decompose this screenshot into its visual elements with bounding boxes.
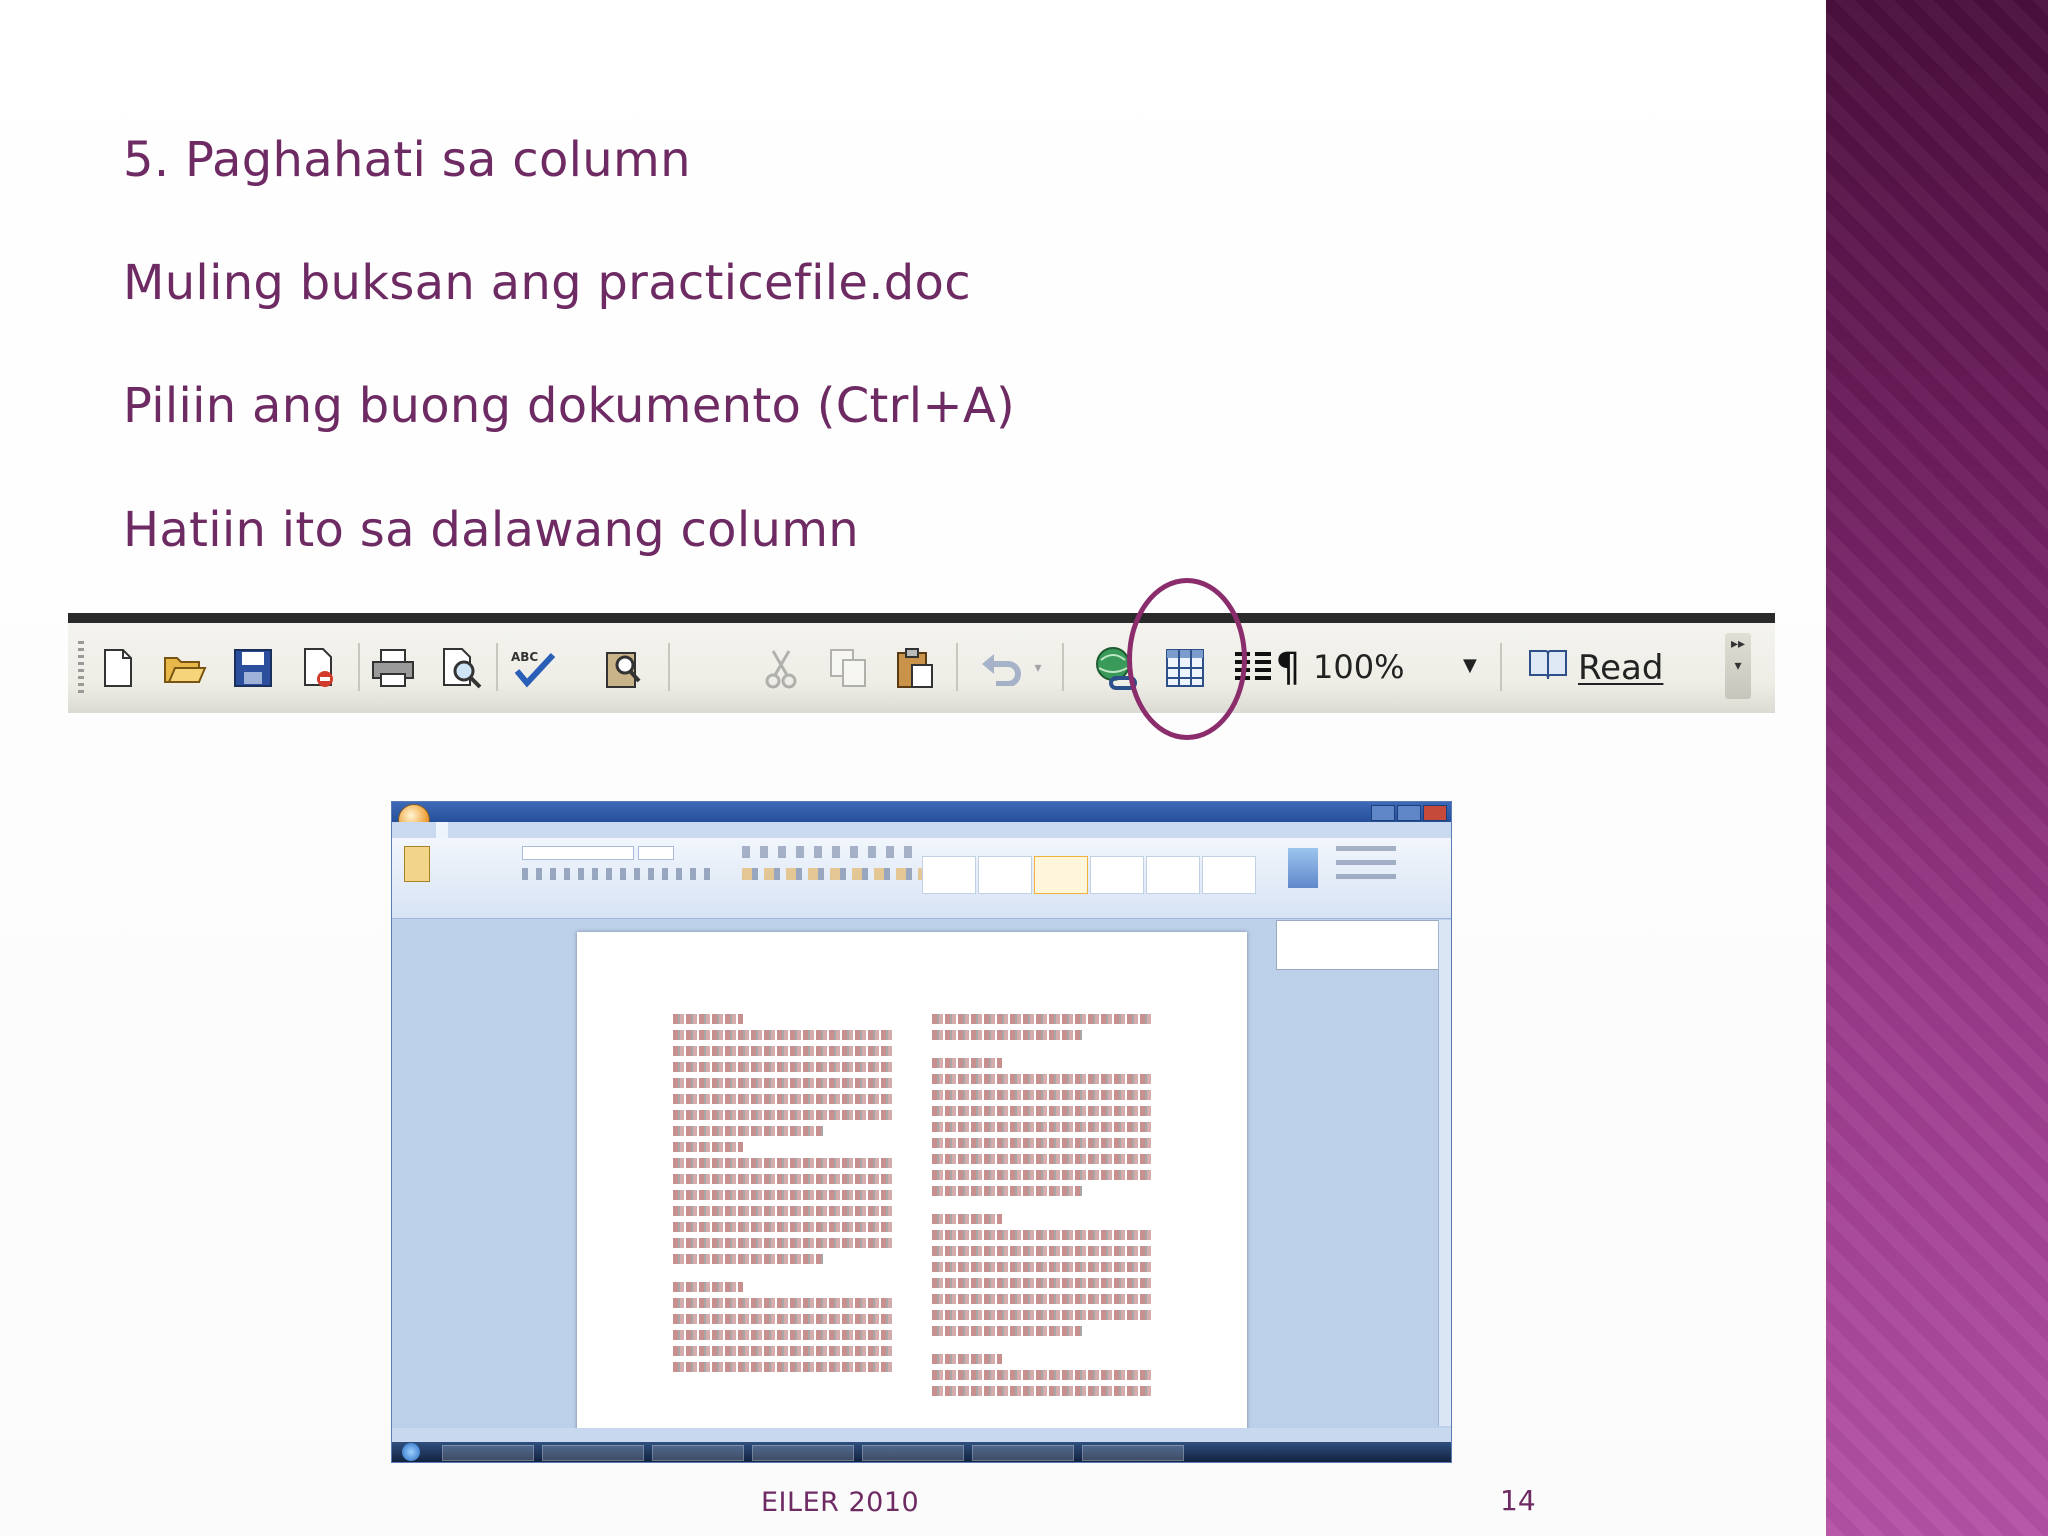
- read-icon: [1528, 647, 1568, 690]
- permission-icon[interactable]: [294, 643, 344, 693]
- word-document-screenshot: [392, 802, 1451, 1462]
- style-gallery-item: [978, 856, 1032, 894]
- svg-text:ABC: ABC: [511, 650, 538, 664]
- style-gallery-item: [1034, 856, 1088, 894]
- research-icon[interactable]: [672, 643, 722, 693]
- new-document-icon[interactable]: [92, 643, 142, 693]
- undo-icon[interactable]: [976, 643, 1026, 693]
- copy-icon[interactable]: [824, 643, 874, 693]
- ribbon-tabs: [392, 822, 1451, 838]
- instruction-line-two-columns: Hatiin ito sa dalawang column: [123, 502, 859, 558]
- print-icon[interactable]: [368, 643, 418, 693]
- read-button-label: Read: [1578, 648, 1664, 688]
- read-button[interactable]: Read: [1528, 643, 1663, 693]
- cut-icon[interactable]: [756, 643, 806, 693]
- toolbar-options-icon[interactable]: ▸▸ ▾: [1725, 633, 1751, 699]
- ribbon: [392, 838, 1451, 919]
- windows-taskbar: [392, 1442, 1451, 1462]
- style-tooltip: [1276, 920, 1446, 970]
- undo-dropdown-icon[interactable]: ▾: [1026, 643, 1050, 693]
- window-controls: [1371, 805, 1447, 821]
- decorative-side-band: [1826, 0, 2048, 1536]
- style-gallery-item: [922, 856, 976, 894]
- start-button-icon: [402, 1443, 420, 1461]
- word-status-bar: [392, 1428, 1451, 1442]
- document-scrollbar: [1438, 920, 1451, 1426]
- style-gallery-item: [1090, 856, 1144, 894]
- columns-highlight-circle: [1127, 578, 1247, 740]
- document-column-right: [932, 1014, 1152, 1402]
- style-gallery-item: [1202, 856, 1256, 894]
- zoom-select[interactable]: 100%: [1305, 643, 1513, 691]
- paste-icon: [404, 846, 430, 882]
- instruction-line-select-all: Piliin ang buong dokumento (Ctrl+A): [123, 378, 1016, 434]
- zoom-dropdown-icon[interactable]: ▼: [1463, 655, 1477, 676]
- open-folder-icon[interactable]: [160, 643, 210, 693]
- change-styles-icon: [1288, 848, 1318, 888]
- research-book-icon[interactable]: [598, 643, 648, 693]
- standard-toolbar: ABC ▾ ¶ 100% ▼ Read ▸▸ ▾: [68, 613, 1775, 713]
- save-icon[interactable]: [228, 643, 278, 693]
- footer-text: EILER 2010: [761, 1487, 920, 1518]
- slide-number: 14: [1500, 1484, 1536, 1517]
- paste-icon[interactable]: [890, 643, 940, 693]
- print-preview-icon[interactable]: [436, 643, 486, 693]
- toolbar-grip-handle[interactable]: [78, 641, 84, 697]
- document-page: [577, 932, 1247, 1432]
- style-gallery-item: [1146, 856, 1200, 894]
- word-title-bar: [392, 802, 1451, 822]
- instruction-line-open-file: Muling buksan ang practicefile.doc: [123, 255, 971, 311]
- document-column-left: [673, 1014, 893, 1378]
- slide-heading: 5. Paghahati sa column: [123, 132, 691, 188]
- show-formatting-icon[interactable]: ¶: [1268, 643, 1308, 693]
- spelling-icon[interactable]: ABC: [508, 643, 558, 693]
